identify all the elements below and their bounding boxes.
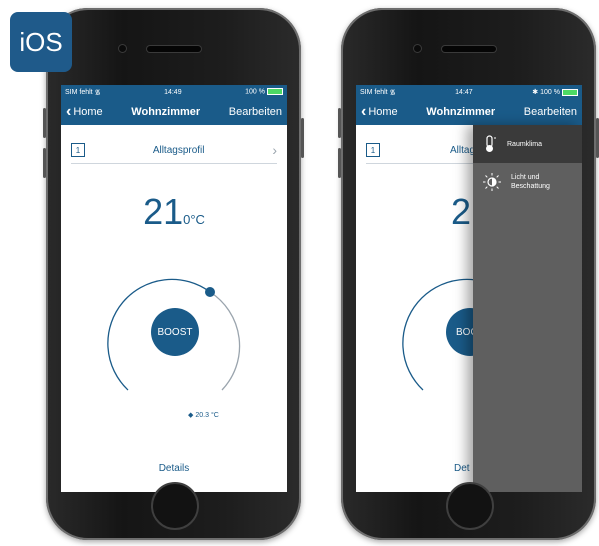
app-screen: SIM fehlt ᯾ 14:49 100 % ‹ Home Wohnzimmer… bbox=[61, 85, 287, 492]
phone-right: SIM fehlt ᯾ 14:47 ✱ 100 % ‹ Home Wohnzimm… bbox=[338, 8, 599, 540]
front-camera bbox=[118, 45, 126, 52]
dial-handle[interactable] bbox=[205, 287, 215, 297]
target-temperature: 210°C bbox=[143, 191, 205, 232]
navigation-bar: ‹ Home Wohnzimmer Bearbeiten bbox=[61, 99, 287, 125]
battery-indicator: 100 % bbox=[245, 88, 283, 96]
battery-indicator: ✱ 100 % bbox=[532, 88, 578, 96]
volume-button bbox=[338, 108, 341, 138]
battery-icon bbox=[561, 88, 578, 96]
page-title: Wohnzimmer bbox=[426, 106, 496, 118]
earpiece-speaker bbox=[146, 46, 201, 52]
thermometer-icon bbox=[486, 135, 496, 152]
volume-button bbox=[43, 108, 46, 138]
edit-button[interactable]: Bearbeiten bbox=[229, 106, 282, 118]
clock: 14:49 bbox=[164, 88, 182, 96]
chevron-right-icon: › bbox=[272, 142, 277, 158]
brightness-icon bbox=[483, 173, 501, 191]
target-temperature: 21 bbox=[451, 191, 492, 232]
status-bar: SIM fehlt ᯾ 14:47 ✱ 100 % bbox=[356, 85, 582, 99]
measured-temperature: ◆ 20.3 °C bbox=[188, 411, 219, 420]
menu-item-label: Raumklima bbox=[507, 140, 543, 148]
phone-left: SIM fehlt ᯾ 14:49 100 % ‹ Home Wohnzimmer… bbox=[43, 8, 304, 540]
chevron-left-icon: ‹ bbox=[66, 103, 72, 120]
bluetooth-icon: ✱ bbox=[532, 89, 539, 96]
battery-icon bbox=[267, 88, 283, 96]
edit-button[interactable]: Bearbeiten bbox=[524, 106, 577, 118]
clock: 14:47 bbox=[455, 88, 473, 96]
wifi-icon: ᯾ bbox=[389, 88, 396, 96]
back-button[interactable]: ‹ Home bbox=[66, 103, 103, 120]
boost-button[interactable]: BOOST bbox=[151, 308, 199, 356]
chevron-left-icon: ‹ bbox=[361, 103, 367, 120]
earpiece-speaker bbox=[441, 46, 496, 52]
app-screen: SIM fehlt ᯾ 14:47 ✱ 100 % ‹ Home Wohnzimm… bbox=[356, 85, 582, 492]
status-bar: SIM fehlt ᯾ 14:49 100 % bbox=[61, 85, 287, 99]
details-button[interactable]: Details bbox=[61, 463, 287, 474]
wifi-icon: ᯾ bbox=[94, 88, 101, 96]
back-label: Home bbox=[368, 106, 398, 118]
profile-label: Alltagsprofil bbox=[152, 144, 205, 156]
dial-arc-inactive bbox=[209, 291, 241, 391]
menu-item-licht-und-beschattung[interactable]: Licht und Beschattung bbox=[473, 163, 582, 201]
carrier-label: SIM fehlt ᯾ bbox=[65, 88, 101, 96]
profile-number-badge: 1 bbox=[366, 143, 380, 157]
updown-icon: ◆ bbox=[188, 412, 194, 419]
profile-number-badge: 1 bbox=[71, 143, 85, 157]
profile-selector[interactable]: 1 Alltagsprofil › bbox=[71, 137, 277, 164]
measured-value: 20.3 °C bbox=[195, 411, 219, 419]
page-title: Wohnzimmer bbox=[131, 106, 201, 118]
back-button[interactable]: ‹ Home bbox=[361, 103, 398, 120]
power-button bbox=[301, 118, 304, 158]
front-camera bbox=[413, 45, 421, 52]
home-button[interactable] bbox=[150, 482, 199, 530]
volume-button bbox=[43, 148, 46, 178]
temperature-unit: 0°C bbox=[183, 212, 205, 227]
ios-badge: iOS bbox=[10, 12, 72, 72]
carrier-label: SIM fehlt ᯾ bbox=[360, 88, 396, 96]
home-button[interactable] bbox=[445, 482, 494, 530]
side-menu: Raumklima Licht und Beschattung bbox=[473, 125, 582, 492]
volume-button bbox=[338, 148, 341, 178]
navigation-bar: ‹ Home Wohnzimmer Bearbeiten bbox=[356, 99, 582, 125]
menu-item-raumklima[interactable]: Raumklima bbox=[473, 125, 582, 163]
back-label: Home bbox=[73, 106, 103, 118]
menu-item-label: Licht und Beschattung bbox=[511, 174, 550, 190]
